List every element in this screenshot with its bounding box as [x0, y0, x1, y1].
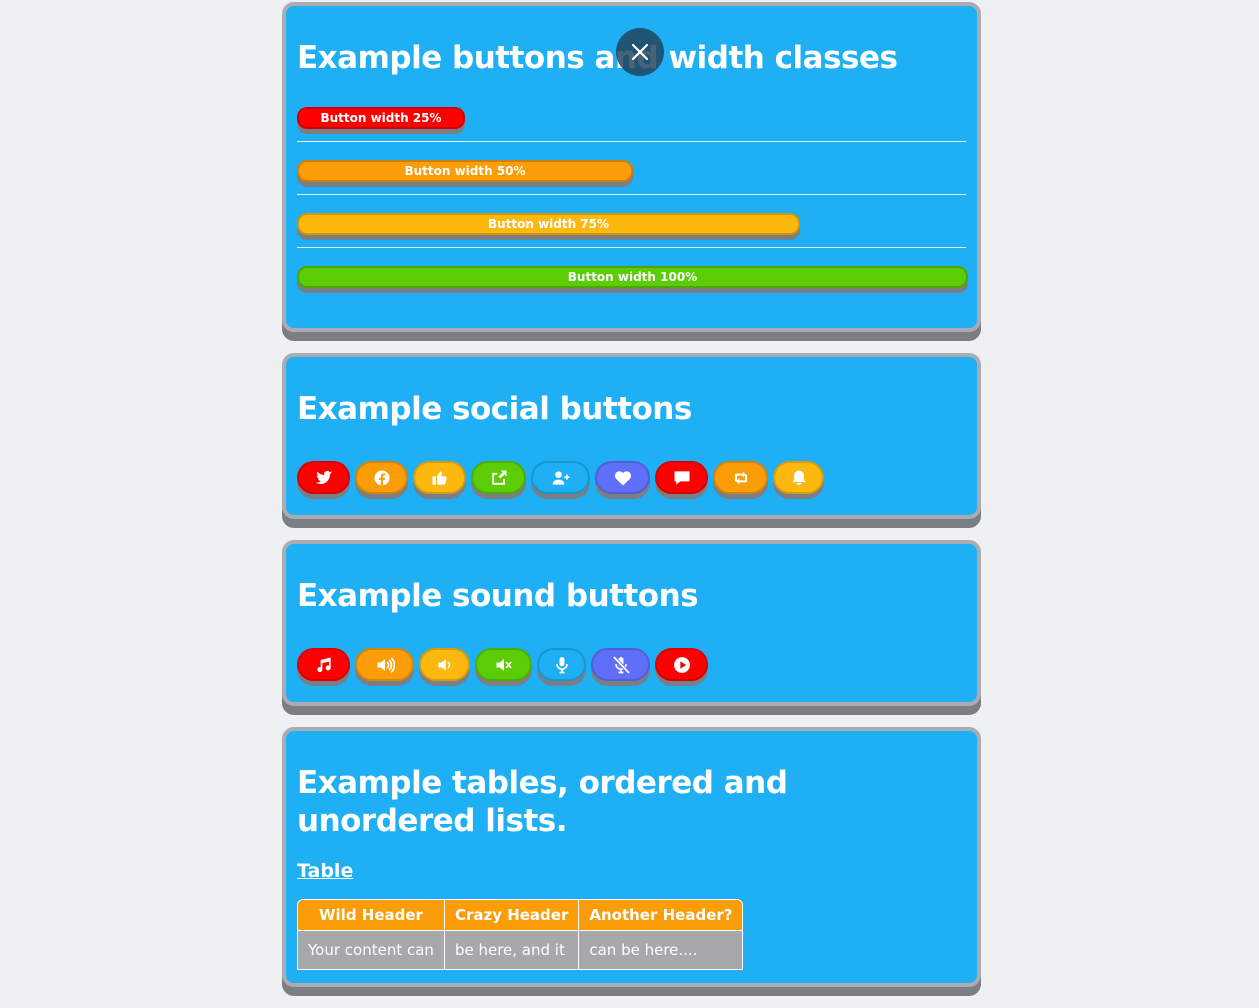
social-buttons-row — [297, 461, 966, 494]
heart-icon — [614, 470, 631, 485]
thumbs-up-icon — [432, 470, 447, 485]
table-link[interactable]: Table — [297, 860, 353, 882]
twitter-icon — [315, 470, 332, 484]
table-cell: be here, and it — [444, 931, 580, 969]
add-user-icon — [552, 470, 569, 485]
microphone-off-icon — [612, 655, 630, 674]
heart-button[interactable] — [595, 461, 650, 494]
width-button-75[interactable]: Button width 75% — [297, 213, 800, 235]
table-header-cell: Wild Header — [298, 900, 445, 931]
comment-icon — [674, 470, 689, 485]
sound-buttons-row — [297, 648, 966, 681]
table-header-cell: Another Header? — [579, 900, 743, 931]
bell-button[interactable] — [773, 461, 824, 494]
close-icon — [631, 43, 649, 61]
bell-icon — [791, 470, 806, 485]
section-title: Example tables, ordered and unordered li… — [297, 765, 788, 839]
comment-button[interactable] — [655, 461, 708, 494]
retweet-button[interactable] — [713, 461, 768, 494]
music-note-icon — [316, 657, 331, 672]
twitter-button[interactable] — [297, 461, 350, 494]
microphone-button[interactable] — [537, 648, 586, 681]
close-button[interactable] — [616, 28, 664, 76]
tables-lists-card: Example tables, ordered and unordered li… — [282, 727, 981, 987]
table-header-row: Wild Header Crazy Header Another Header? — [298, 900, 743, 931]
volume-down-button[interactable] — [419, 648, 470, 681]
microphone-off-button[interactable] — [591, 648, 650, 681]
retweet-icon — [734, 471, 747, 484]
section-title: Example sound buttons — [297, 578, 699, 614]
facebook-button[interactable] — [355, 461, 408, 494]
volume-down-icon — [437, 658, 450, 671]
table-cell: Your content can — [298, 931, 445, 969]
play-icon — [673, 656, 690, 673]
play-button[interactable] — [655, 648, 708, 681]
volume-up-button[interactable] — [355, 648, 414, 681]
table-row: Your content can be here, and it can be … — [298, 931, 743, 969]
volume-mute-icon — [496, 658, 511, 671]
width-button-50[interactable]: Button width 50% — [297, 160, 633, 182]
microphone-icon — [555, 656, 568, 673]
thumbs-up-button[interactable] — [413, 461, 466, 494]
music-note-button[interactable] — [297, 648, 350, 681]
volume-up-icon — [377, 657, 395, 672]
content-column: Example buttons and width classes Button… — [282, 2, 981, 1008]
add-user-button[interactable] — [531, 461, 590, 494]
social-buttons-card: Example social buttons — [282, 353, 981, 519]
table-header-cell: Crazy Header — [444, 900, 580, 931]
width-button-100[interactable]: Button width 100% — [297, 266, 968, 288]
share-icon — [491, 470, 506, 485]
volume-mute-button[interactable] — [475, 648, 532, 681]
facebook-icon — [374, 470, 389, 485]
share-button[interactable] — [471, 461, 526, 494]
width-button-25[interactable]: Button width 25% — [297, 107, 465, 129]
section-title: Example social buttons — [297, 391, 692, 427]
width-buttons-list: Button width 25% Button width 50% Button w… — [297, 107, 968, 300]
example-table: Wild Header Crazy Header Another Header?… — [297, 899, 744, 970]
table-cell: can be here.... — [579, 931, 743, 969]
sound-buttons-card: Example sound buttons — [282, 540, 981, 706]
